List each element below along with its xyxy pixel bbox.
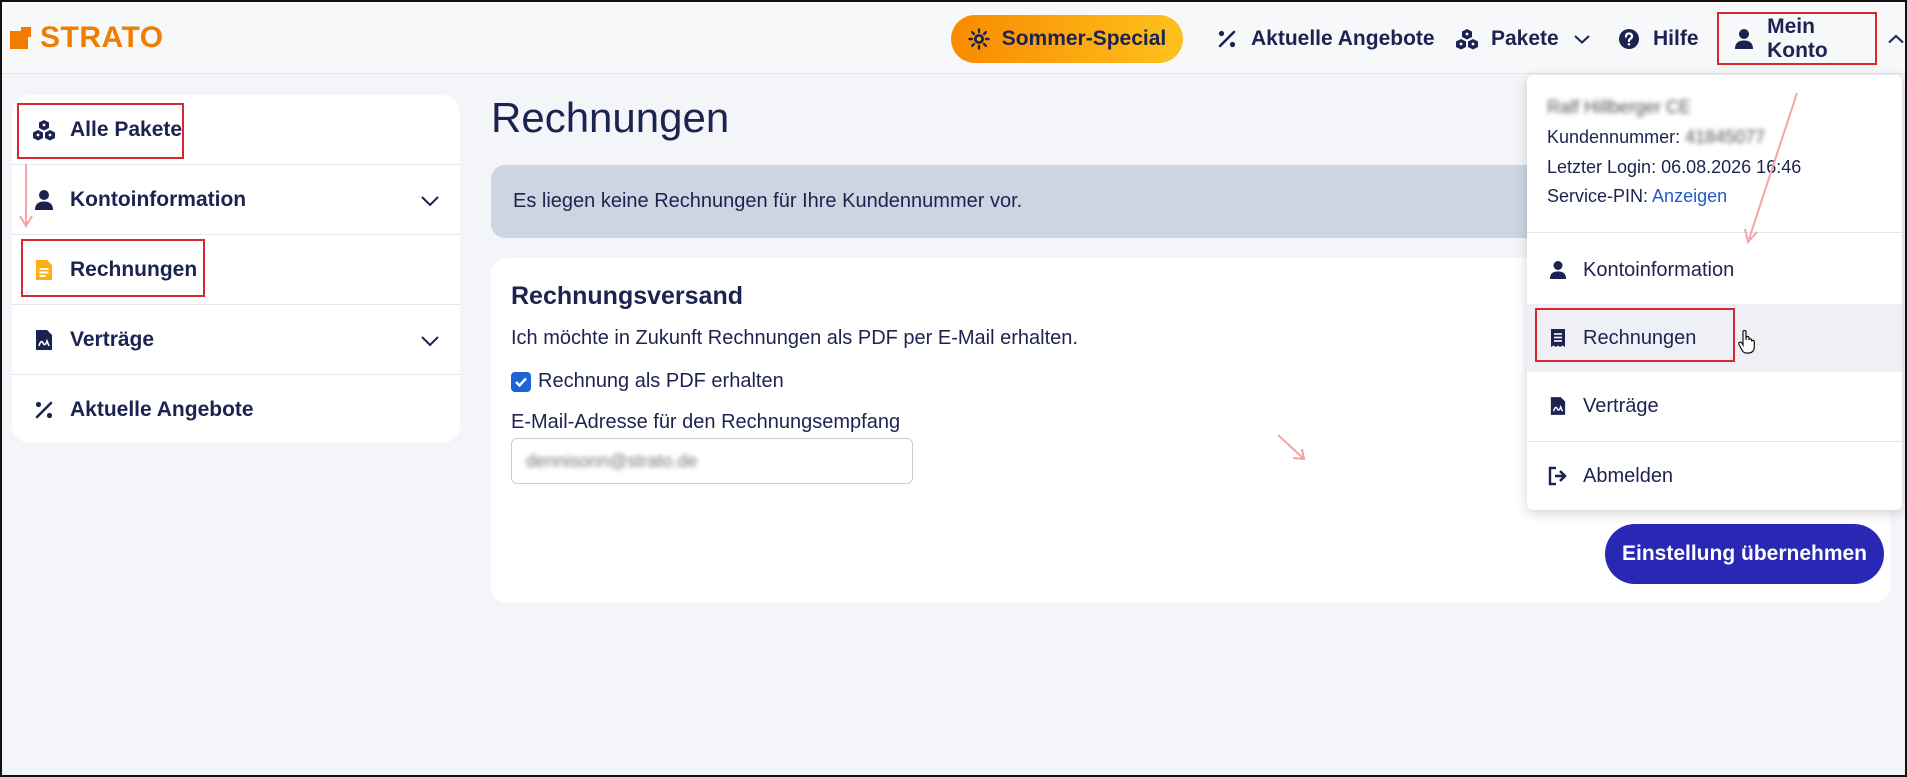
email-field-value: dennisonn@strato.de	[526, 450, 698, 471]
divider	[1527, 232, 1902, 233]
user-icon	[1547, 259, 1569, 281]
account-dropdown-menu: Ralf Hillberger CE Kundennummer: 4184507…	[1527, 75, 1902, 510]
sidebar-item-kontoinformation[interactable]: Kontoinformation	[12, 165, 460, 235]
logout-icon	[1547, 465, 1569, 487]
percent-icon	[1215, 27, 1239, 51]
menu-item-kontoinformation[interactable]: Kontoinformation	[1527, 236, 1902, 304]
annotation-arrow	[19, 164, 33, 228]
nav-pakete[interactable]: Pakete	[1455, 16, 1591, 62]
chevron-up-icon	[1887, 33, 1905, 45]
sommer-special-label: Sommer-Special	[1001, 27, 1167, 50]
nav-aktuelle-angebote[interactable]: Aktuelle Angebote	[1215, 16, 1435, 62]
sidebar-item-label: Verträge	[70, 328, 155, 351]
card-description: Ich möchte in Zukunft Rechnungen als PDF…	[511, 327, 1078, 349]
pdf-checkbox-label: Rechnung als PDF erhalten	[538, 370, 784, 392]
menu-item-abmelden[interactable]: Abmelden	[1527, 442, 1902, 510]
mein-konto-highlight-box	[1717, 12, 1877, 65]
sidebar-item-aktuelle-angebote[interactable]: Aktuelle Angebote	[12, 375, 460, 445]
hand-cursor-icon	[1738, 329, 1756, 360]
annotation-arrow	[1744, 92, 1798, 245]
menu-item-label: Kontoinformation	[1583, 258, 1735, 281]
sidebar-item-label: Kontoinformation	[70, 188, 247, 211]
customer-number: Kundennummer: 41845077	[1547, 127, 1766, 147]
contract-icon	[32, 328, 56, 352]
email-field[interactable]: dennisonn@strato.de	[511, 438, 913, 484]
packages-icon	[1455, 27, 1479, 51]
brand-name: STRATO	[40, 21, 164, 54]
sidebar-item-vertraege[interactable]: Verträge	[12, 305, 460, 375]
nav-aktuelle-angebote-label: Aktuelle Angebote	[1251, 27, 1435, 50]
rechnungen-sidebar-highlight-box	[21, 239, 205, 297]
nav-pakete-label: Pakete	[1491, 27, 1559, 50]
customer-name: Ralf Hillberger CE	[1547, 97, 1692, 117]
service-pin: Service-PIN: Anzeigen	[1547, 186, 1728, 206]
pdf-checkbox-row[interactable]: Rechnung als PDF erhalten	[511, 370, 784, 393]
page-title: Rechnungen	[491, 94, 730, 141]
service-pin-show-link[interactable]: Anzeigen	[1652, 186, 1727, 206]
email-field-label: E-Mail-Adresse für den Rechnungsempfang	[511, 411, 901, 433]
card-heading: Rechnungsversand	[511, 282, 744, 310]
percent-icon	[32, 398, 56, 422]
sidebar-item-label: Aktuelle Angebote	[70, 398, 254, 421]
einstellung-uebernehmen-button[interactable]: Einstellung übernehmen	[1605, 524, 1884, 584]
help-icon	[1617, 27, 1641, 51]
sun-icon	[968, 28, 990, 50]
annotation-arrow	[1277, 434, 1306, 461]
nav-hilfe-label: Hilfe	[1653, 27, 1699, 50]
chevron-down-icon[interactable]	[420, 190, 440, 214]
chevron-down-icon[interactable]	[420, 330, 440, 354]
top-navigation-bar: STRATO Sommer-Special Aktuelle Angebote …	[2, 2, 1905, 74]
rechnungen-menu-highlight-box	[1535, 308, 1735, 362]
sommer-special-button[interactable]: Sommer-Special	[951, 15, 1183, 63]
contract-icon	[1547, 395, 1569, 417]
menu-item-label: Abmelden	[1583, 464, 1674, 487]
pdf-checkbox[interactable]	[511, 371, 531, 392]
chevron-down-icon	[1573, 33, 1591, 45]
strato-logo[interactable]: STRATO	[10, 18, 164, 58]
alle-pakete-highlight-box	[17, 103, 184, 159]
info-message: Es liegen keine Rechnungen für Ihre Kund…	[491, 165, 1601, 238]
menu-item-label: Verträge	[1583, 394, 1659, 417]
strato-logo-mark-icon	[10, 27, 32, 49]
menu-item-vertraege[interactable]: Verträge	[1527, 372, 1902, 440]
nav-hilfe[interactable]: Hilfe	[1617, 16, 1699, 62]
